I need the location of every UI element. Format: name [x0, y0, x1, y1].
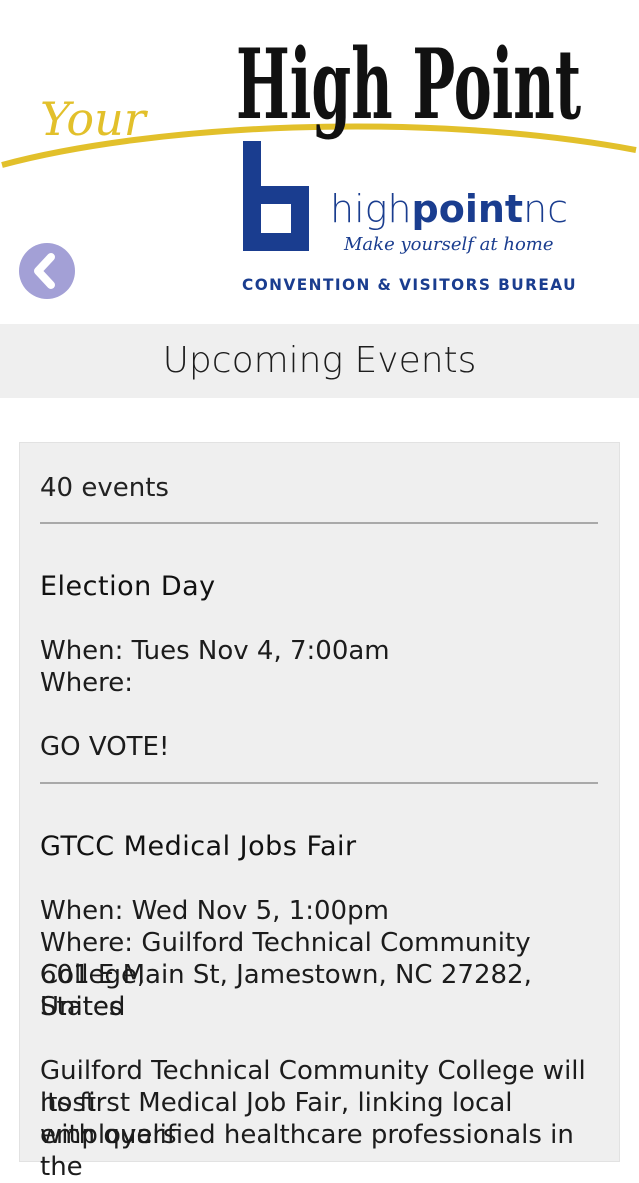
bureau-label: CONVENTION & VISITORS BUREAU — [242, 275, 577, 294]
divider — [40, 782, 598, 784]
event-where: Where: — [40, 668, 134, 698]
brand-tagline: Make yourself at home — [343, 234, 554, 255]
event-count: 40 events — [40, 473, 169, 503]
divider — [40, 522, 598, 524]
event-when: When: Wed Nov 5, 1:00pm — [40, 896, 389, 926]
hp-mark-icon — [243, 141, 309, 251]
back-button[interactable] — [19, 243, 75, 299]
page-title: Upcoming Events — [162, 340, 477, 381]
event-when: When: Tues Nov 4, 7:00am — [40, 636, 390, 666]
title-bar: Upcoming Events — [0, 324, 639, 398]
events-list: 40 events Election Day When: Tues Nov 4,… — [19, 442, 620, 1182]
event-where-line: States — [40, 992, 123, 1022]
event-title[interactable]: GTCC Medical Jobs Fair — [40, 831, 357, 862]
high-point-logo: Your High Point highpointnc Make yoursel… — [1, 28, 637, 294]
chevron-left-icon — [34, 253, 55, 289]
app-header: Your High Point highpointnc Make yoursel… — [0, 0, 639, 324]
event-description-line: with qualified healthcare professionals … — [40, 1120, 574, 1182]
logo-script-text: Your — [40, 92, 149, 146]
event-description: GO VOTE! — [40, 732, 170, 762]
logo-title-text: High Point — [236, 28, 581, 141]
brand-name: highpointnc — [330, 187, 568, 231]
event-title[interactable]: Election Day — [40, 571, 216, 602]
